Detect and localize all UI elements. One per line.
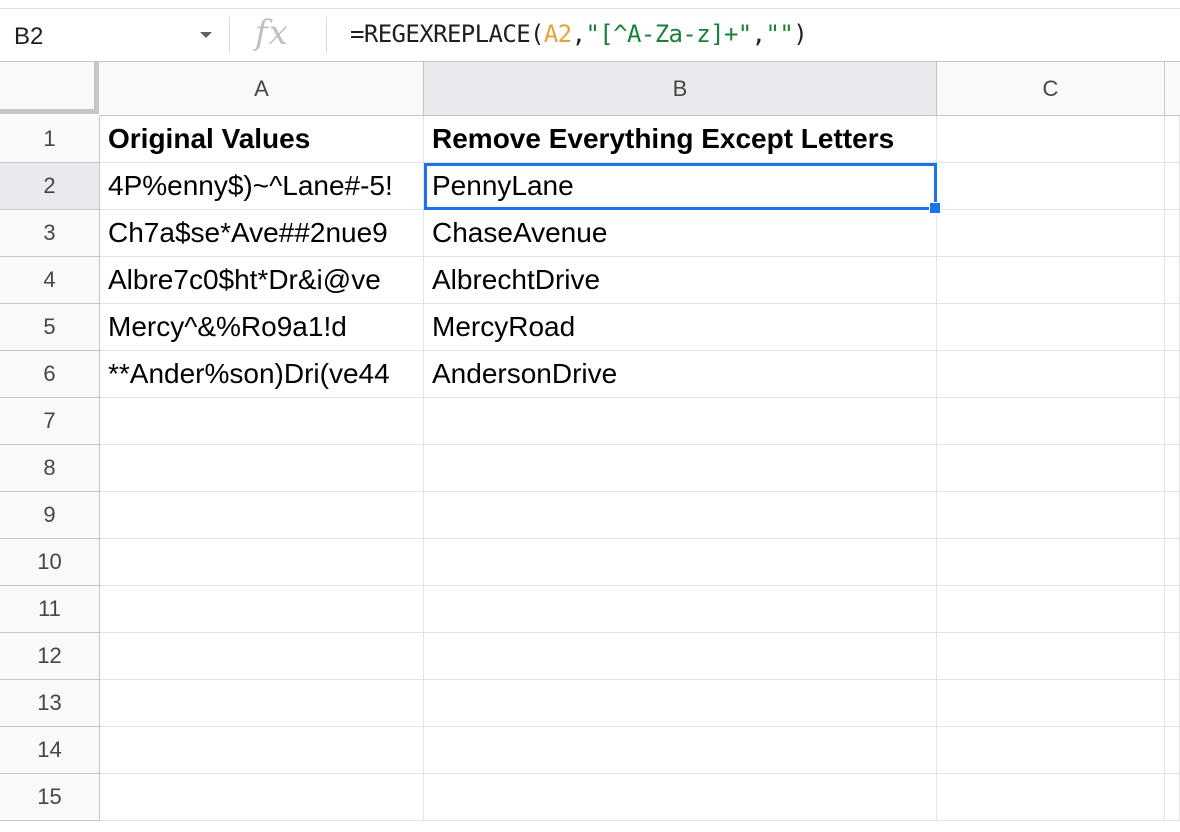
row-header-5[interactable]: 5	[0, 304, 100, 351]
cell-c5[interactable]	[937, 304, 1165, 351]
select-all-corner[interactable]	[0, 62, 99, 114]
dropdown-caret-icon[interactable]	[200, 32, 212, 38]
row-header-13[interactable]: 13	[0, 680, 100, 727]
cell-d4[interactable]	[1165, 257, 1180, 304]
cell-b4[interactable]: AlbrechtDrive	[424, 257, 937, 304]
row-header-15[interactable]: 15	[0, 774, 100, 821]
row-header-11[interactable]: 11	[0, 586, 100, 633]
name-box-value: B2	[14, 23, 44, 50]
cell-d10[interactable]	[1165, 539, 1180, 586]
row-header-12[interactable]: 12	[0, 633, 100, 680]
formula-pattern: "[^A-Za-z]+"	[585, 20, 752, 48]
formula-cell-ref: A2	[543, 20, 572, 48]
cell-a7[interactable]	[100, 398, 424, 445]
cell-d14[interactable]	[1165, 727, 1180, 774]
row-header-9[interactable]: 9	[0, 492, 100, 539]
cell-c1[interactable]	[937, 116, 1165, 163]
cell-d13[interactable]	[1165, 680, 1180, 727]
row-header-7[interactable]: 7	[0, 398, 100, 445]
cell-b13[interactable]	[424, 680, 937, 727]
cell-d3[interactable]	[1165, 210, 1180, 257]
formula-replacement: ""	[765, 20, 794, 48]
cell-a13[interactable]	[100, 680, 424, 727]
row-header-6[interactable]: 6	[0, 351, 100, 398]
cell-d15[interactable]	[1165, 774, 1180, 821]
cell-b1[interactable]: Remove Everything Except Letters	[424, 116, 937, 163]
row-header-14[interactable]: 14	[0, 727, 100, 774]
cell-b2[interactable]: PennyLane	[424, 163, 937, 210]
row-header-10[interactable]: 10	[0, 539, 100, 586]
cell-b7[interactable]	[424, 398, 937, 445]
divider	[326, 17, 327, 53]
fill-handle[interactable]	[929, 202, 941, 214]
cell-b11[interactable]	[424, 586, 937, 633]
cell-c8[interactable]	[937, 445, 1165, 492]
cell-b10[interactable]	[424, 539, 937, 586]
row-header-2[interactable]: 2	[0, 163, 100, 210]
cell-c10[interactable]	[937, 539, 1165, 586]
column-header-b[interactable]: B	[424, 62, 937, 116]
cell-a5[interactable]: Mercy^&%Ro9a1!d	[100, 304, 424, 351]
cell-c12[interactable]	[937, 633, 1165, 680]
formula-prefix: =REGEXREPLACE(	[350, 20, 544, 48]
cell-b6[interactable]: AndersonDrive	[424, 351, 937, 398]
cell-a1[interactable]: Original Values	[100, 116, 424, 163]
formula-bar: B2 fx =REGEXREPLACE(A2,"[^A-Za-z]+","")	[0, 9, 1180, 62]
row-header-3[interactable]: 3	[0, 210, 100, 257]
cell-c9[interactable]	[937, 492, 1165, 539]
cell-d12[interactable]	[1165, 633, 1180, 680]
cell-b3[interactable]: ChaseAvenue	[424, 210, 937, 257]
cell-d9[interactable]	[1165, 492, 1180, 539]
cell-b14[interactable]	[424, 727, 937, 774]
cell-c2[interactable]	[937, 163, 1165, 210]
cell-c4[interactable]	[937, 257, 1165, 304]
cell-d7[interactable]	[1165, 398, 1180, 445]
column-header-d[interactable]	[1165, 62, 1180, 116]
formula-separator: ,	[571, 20, 586, 48]
cell-c7[interactable]	[937, 398, 1165, 445]
cell-d11[interactable]	[1165, 586, 1180, 633]
cell-a9[interactable]	[100, 492, 424, 539]
cell-c11[interactable]	[937, 586, 1165, 633]
cell-b8[interactable]	[424, 445, 937, 492]
column-header-a[interactable]: A	[100, 62, 424, 116]
cell-c6[interactable]	[937, 351, 1165, 398]
cell-b12[interactable]	[424, 633, 937, 680]
cell-b5[interactable]: MercyRoad	[424, 304, 937, 351]
cell-a3[interactable]: Ch7a$se*Ave##2nue9	[100, 210, 424, 257]
cell-a10[interactable]	[100, 539, 424, 586]
row-header-1[interactable]: 1	[0, 116, 100, 163]
cell-d2[interactable]	[1165, 163, 1180, 210]
column-header-c[interactable]: C	[937, 62, 1165, 116]
top-toolbar-edge	[0, 0, 1180, 9]
cell-a15[interactable]	[100, 774, 424, 821]
cell-a11[interactable]	[100, 586, 424, 633]
formula-input[interactable]: =REGEXREPLACE(A2,"[^A-Za-z]+","")	[350, 20, 808, 48]
cell-d6[interactable]	[1165, 351, 1180, 398]
cell-d5[interactable]	[1165, 304, 1180, 351]
cell-a4[interactable]: Albre7c0$ht*Dr&i@ve	[100, 257, 424, 304]
formula-separator: ,	[751, 20, 766, 48]
fx-icon: fx	[255, 13, 289, 53]
cell-a8[interactable]	[100, 445, 424, 492]
divider	[229, 17, 230, 53]
name-box[interactable]: B2	[14, 20, 224, 50]
cell-d8[interactable]	[1165, 445, 1180, 492]
row-header-8[interactable]: 8	[0, 445, 100, 492]
cell-c15[interactable]	[937, 774, 1165, 821]
cell-b15[interactable]	[424, 774, 937, 821]
cell-d1[interactable]	[1165, 116, 1180, 163]
cell-c13[interactable]	[937, 680, 1165, 727]
cell-a14[interactable]	[100, 727, 424, 774]
cell-a6[interactable]: **Ander%son)Dri(ve44	[100, 351, 424, 398]
cell-c3[interactable]	[937, 210, 1165, 257]
formula-suffix: )	[793, 20, 808, 48]
cell-a12[interactable]	[100, 633, 424, 680]
row-header-4[interactable]: 4	[0, 257, 100, 304]
cell-c14[interactable]	[937, 727, 1165, 774]
cell-b9[interactable]	[424, 492, 937, 539]
cell-a2[interactable]: 4P%enny$)~^Lane#-5!	[100, 163, 424, 210]
